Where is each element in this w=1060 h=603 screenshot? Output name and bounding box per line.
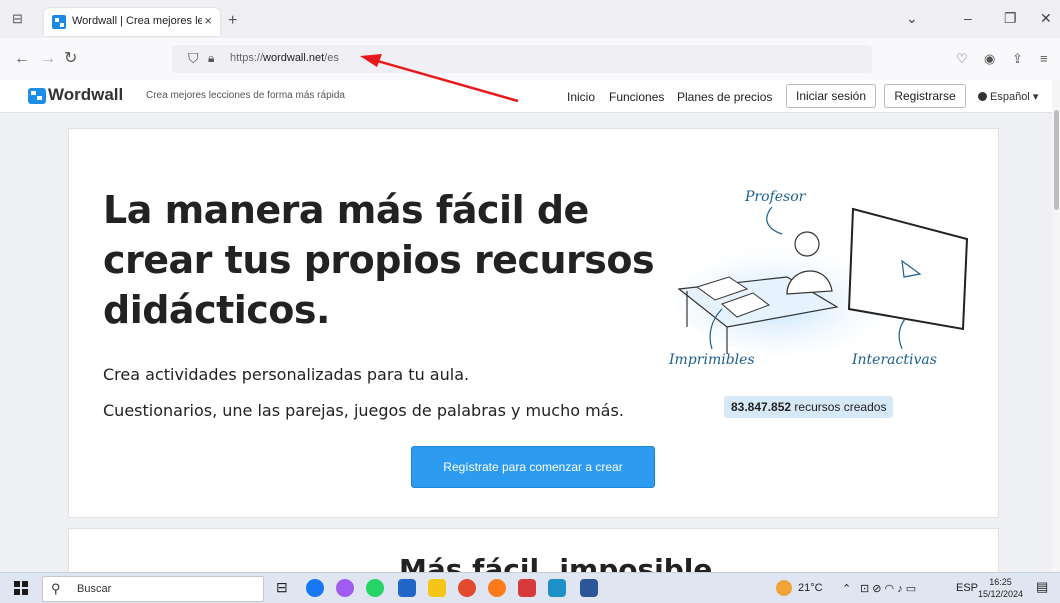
reload-icon[interactable]: ↻ — [64, 50, 77, 68]
login-button[interactable]: Iniciar sesión — [786, 84, 876, 108]
label-printables: Imprimibles — [668, 352, 755, 368]
menu-icon[interactable]: ≡ — [1040, 50, 1048, 68]
shield-icon[interactable]: ⛉ — [188, 50, 199, 67]
lock-icon[interactable]: 🔒︎ — [208, 51, 214, 66]
forward-icon[interactable]: → — [40, 50, 56, 68]
signup-cta-button[interactable]: Regístrate para comenzar a crear — [411, 446, 655, 488]
tab-close-icon[interactable]: × — [204, 13, 212, 28]
hero-card: La manera más fácil de crear tus propios… — [68, 128, 999, 518]
web-page: Wordwall Crea mejores lecciones de forma… — [0, 80, 1060, 572]
tab-title: Wordwall | Crea mejores lecciones — [72, 15, 202, 27]
search-icon: ⚲ — [51, 581, 61, 596]
teacher-head — [794, 231, 820, 257]
nav-link-home[interactable]: Inicio — [567, 90, 595, 104]
input-language[interactable]: ESP — [956, 582, 978, 594]
facebook-icon[interactable] — [306, 579, 324, 597]
hero-subtitle-2: Cuestionarios, une las parejas, juegos d… — [103, 401, 624, 420]
label-teacher: Profesor — [744, 189, 807, 205]
pocket-icon[interactable]: ♡ — [956, 50, 968, 68]
browser-tab[interactable]: Wordwall | Crea mejores lecciones × — [44, 8, 220, 36]
label-interactives: Interactivas — [851, 352, 937, 368]
task-view-icon[interactable]: ⊟ — [276, 579, 294, 597]
tab-list-icon[interactable]: ⊟ — [12, 12, 28, 26]
windows-start-icon[interactable] — [14, 581, 28, 595]
wordwall-logo-icon[interactable] — [28, 88, 46, 104]
extensions-icon[interactable]: ⇪ — [1012, 50, 1023, 68]
section-title: Más fácil, imposible — [399, 553, 713, 572]
scrollbar-thumb[interactable] — [1054, 110, 1059, 210]
nav-link-features[interactable]: Funciones — [609, 90, 664, 104]
page-scrollbar[interactable] — [1052, 80, 1060, 572]
back-icon[interactable]: ← — [14, 50, 30, 68]
chrome-icon[interactable] — [458, 579, 476, 597]
hero-illustration: Profesor Imprimibles Interactivas — [668, 189, 969, 368]
site-tagline: Crea mejores lecciones de forma más rápi… — [146, 90, 345, 101]
globe-icon — [978, 92, 987, 101]
notifications-icon[interactable]: ▤ — [1036, 579, 1048, 595]
resource-count: 83.847.852 — [731, 400, 792, 414]
url-text[interactable]: https://wordwall.net/es — [230, 52, 339, 64]
taskbar-search[interactable]: ⚲ Buscar — [42, 576, 264, 602]
restore-icon[interactable]: ❐ — [1004, 10, 1017, 27]
taskbar: ⚲ Buscar ⊟ 21°C ⌃ ⊡ ⊘ ◠ ♪ ▭ ESP 16:25 15… — [0, 572, 1060, 603]
messenger-icon[interactable] — [336, 579, 354, 597]
whiteboard — [847, 207, 969, 331]
language-selector[interactable]: Español ▾ — [978, 90, 1038, 103]
wordwall-favicon-icon — [52, 15, 66, 29]
clock-date: 15/12/2024 — [978, 589, 1024, 599]
site-header: Wordwall Crea mejores lecciones de forma… — [0, 80, 1052, 113]
site-logo[interactable]: Wordwall — [48, 85, 123, 105]
nav-link-pricing[interactable]: Planes de precios — [677, 90, 772, 104]
hero-title: La manera más fácil de crear tus propios… — [103, 188, 655, 332]
store-icon[interactable] — [398, 579, 416, 597]
browser-tab-bar: ⊟ Wordwall | Crea mejores lecciones × + … — [0, 0, 1060, 38]
firefox-icon[interactable] — [488, 579, 506, 597]
tray-icons[interactable]: ⊡ ⊘ ◠ ♪ ▭ — [860, 582, 916, 595]
hero-subtitle-1: Crea actividades personalizadas para tu … — [103, 365, 470, 384]
url-bar[interactable]: ⛉ 🔒︎ https://wordwall.net/es — [172, 45, 872, 73]
resource-suffix: recursos creados — [794, 400, 887, 414]
arrow-teacher — [766, 206, 783, 235]
word-icon[interactable] — [580, 579, 598, 597]
resource-counter: 83.847.852 recursos creados — [724, 396, 894, 418]
close-window-icon[interactable]: ✕ — [1040, 10, 1052, 27]
new-tab-icon[interactable]: + — [228, 12, 237, 30]
arrow-interactives — [898, 318, 906, 350]
section-card: Más fácil, imposible — [68, 528, 999, 572]
whatsapp-icon[interactable] — [366, 579, 384, 597]
clock-time: 16:25 — [989, 577, 1012, 587]
taskbar-clock[interactable]: 16:25 15/12/2024 — [978, 576, 1023, 600]
register-button[interactable]: Registrarse — [884, 84, 966, 108]
account-icon[interactable]: ◉ — [984, 50, 995, 68]
minimize-icon[interactable]: – — [964, 10, 972, 26]
weather-temperature[interactable]: 21°C — [798, 582, 823, 594]
list-all-tabs-icon[interactable]: ⌄ — [906, 10, 918, 27]
file-explorer-icon[interactable] — [428, 579, 446, 597]
search-placeholder: Buscar — [77, 583, 112, 595]
tray-expand-icon[interactable]: ⌃ — [842, 582, 851, 595]
photos-icon[interactable] — [548, 579, 566, 597]
app-icon[interactable] — [518, 579, 536, 597]
weather-icon[interactable] — [776, 580, 792, 596]
